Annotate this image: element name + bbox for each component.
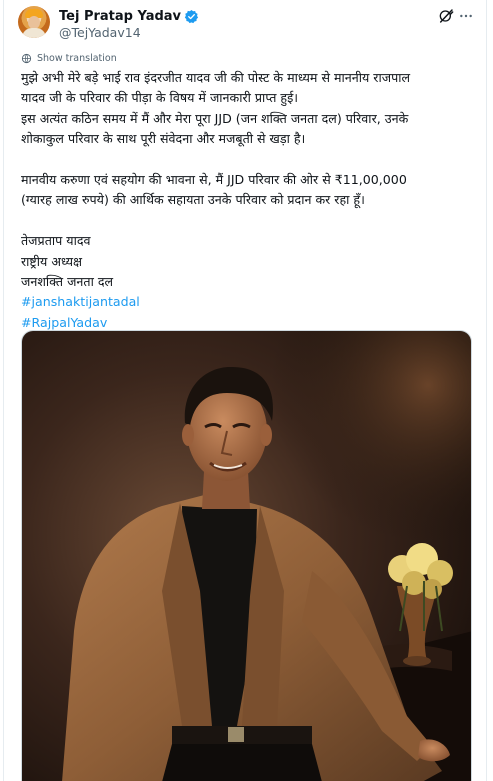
post-line: (ग्यारह लाख रुपये) की आर्थिक सहायता उनके… bbox=[21, 192, 365, 208]
show-translation-link[interactable]: Show translation bbox=[21, 53, 117, 64]
post-line: मुझे अभी मेरे बड़े भाई राव इंदरजीत यादव … bbox=[21, 70, 411, 85]
tweet-text: मुझे अभी मेरे बड़े भाई राव इंदरजीत यादव … bbox=[21, 68, 473, 333]
signature-party: जनशक्ति जनता दल bbox=[21, 273, 114, 289]
post-line: इस अत्यंत कठिन समय में मैं और मेरा पूरा … bbox=[21, 110, 409, 126]
post-line: यादव जी के परिवार की पीड़ा के विषय में ज… bbox=[21, 90, 299, 106]
post-line: शोकाकुल परिवार के साथ पूरी संवेदना और मज… bbox=[21, 131, 306, 147]
signature-title: राष्ट्रीय अध्यक्ष bbox=[21, 253, 83, 269]
avatar[interactable] bbox=[18, 6, 50, 38]
post-line: मानवीय करुणा एवं सहयोग की भावना से, मैं … bbox=[21, 171, 407, 187]
post-photo-illustration bbox=[22, 331, 471, 781]
grok-icon[interactable] bbox=[438, 8, 454, 24]
tweet-header: Tej Pratap Yadav @TejYadav14 bbox=[18, 6, 474, 42]
verified-badge-icon bbox=[184, 9, 199, 23]
more-options-icon[interactable] bbox=[458, 8, 474, 24]
show-translation-label[interactable]: Show translation bbox=[37, 53, 117, 64]
globe-translate-icon bbox=[21, 53, 32, 64]
tweet-card: Tej Pratap Yadav @TejYadav14 Show transl… bbox=[3, 0, 487, 781]
post-image[interactable] bbox=[21, 330, 472, 781]
author-name[interactable]: Tej Pratap Yadav bbox=[59, 9, 181, 24]
author-handle[interactable]: @TejYadav14 bbox=[59, 25, 141, 40]
avatar-robe bbox=[22, 28, 46, 38]
author-name-row[interactable]: Tej Pratap Yadav bbox=[59, 7, 199, 25]
signature-name: तेजप्रताप यादव bbox=[21, 233, 91, 249]
hashtag-link[interactable]: #janshaktijantadal bbox=[21, 292, 473, 312]
